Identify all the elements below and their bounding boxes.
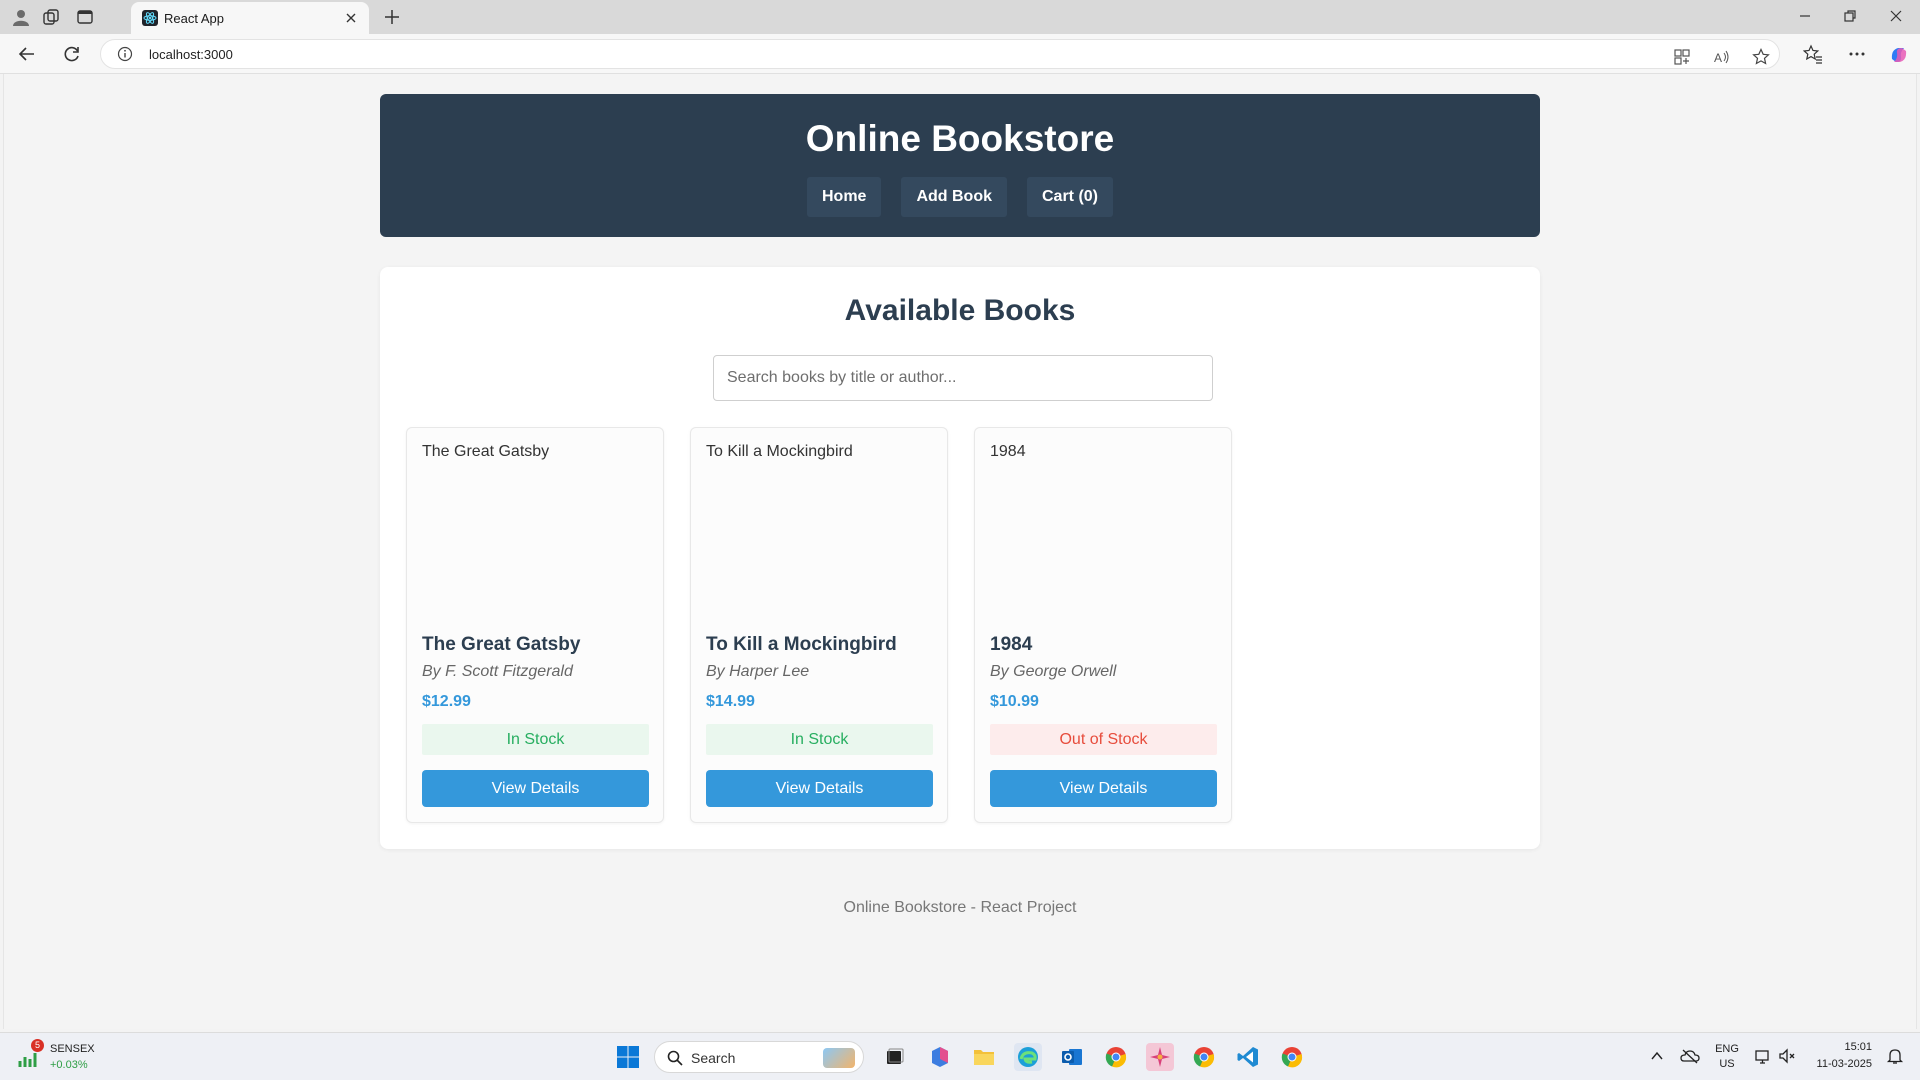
chrome-profile-icon[interactable] — [1190, 1043, 1218, 1071]
file-explorer-icon[interactable] — [970, 1043, 998, 1071]
profile-icon[interactable] — [11, 7, 31, 27]
url-text: localhost:3000 — [149, 47, 233, 62]
taskbar-search-label: Search — [691, 1050, 736, 1066]
info-icon[interactable] — [117, 46, 133, 62]
minimize-icon[interactable] — [1795, 6, 1815, 26]
book-cover-image: To Kill a Mockingbird — [706, 443, 853, 460]
book-title: 1984 — [990, 634, 1033, 655]
book-price: $12.99 — [422, 693, 471, 710]
book-author: By George Orwell — [990, 663, 1117, 680]
browser-tab-active[interactable]: React App — [131, 2, 369, 34]
taskbar-search[interactable]: Search — [654, 1041, 864, 1073]
language-bottom[interactable]: US — [1714, 1058, 1740, 1070]
pinned-app-icon[interactable] — [1146, 1043, 1174, 1071]
books-heading: Available Books — [844, 294, 1076, 327]
tab-title: React App — [164, 11, 224, 26]
edge-browser-icon[interactable] — [1014, 1043, 1042, 1071]
book-author: By Harper Lee — [706, 663, 810, 680]
clock-time[interactable]: 15:01 — [1808, 1041, 1872, 1053]
book-search-input[interactable] — [713, 355, 1213, 401]
copilot-icon[interactable] — [1888, 44, 1908, 64]
nav-add-book-button[interactable]: Add Book — [901, 177, 1007, 217]
book-price: $14.99 — [706, 693, 755, 710]
outlook-icon[interactable] — [1058, 1043, 1086, 1071]
close-window-icon[interactable] — [1886, 6, 1906, 26]
nav-home-button[interactable]: Home — [806, 177, 882, 217]
site-nav: Home Add Book Cart (0) — [380, 177, 1540, 217]
stock-badge: Out of Stock — [990, 724, 1217, 755]
taskbar: 5 SENSEX +0.03% Search ENG US 15:01 11-0… — [0, 1032, 1920, 1080]
book-cover-image: The Great Gatsby — [422, 443, 550, 460]
stock-badge: In Stock — [706, 724, 933, 755]
read-aloud-icon[interactable]: A — [1713, 48, 1731, 66]
chevron-up-icon[interactable] — [1650, 1049, 1664, 1068]
site-header: Online Bookstore Home Add Book Cart (0) — [380, 94, 1540, 237]
book-card: The Great Gatsby The Great Gatsby By F. … — [406, 427, 664, 823]
nav-cart-button[interactable]: Cart (0) — [1026, 177, 1113, 217]
windows-start-icon[interactable] — [614, 1043, 642, 1071]
more-icon[interactable] — [1847, 44, 1867, 64]
book-title: To Kill a Mockingbird — [706, 634, 897, 655]
chrome-secondary-icon[interactable] — [1278, 1043, 1306, 1071]
search-highlight-icon — [823, 1048, 855, 1068]
onedrive-icon[interactable] — [1680, 1047, 1700, 1070]
site-title: Online Bookstore — [805, 118, 1115, 159]
back-icon[interactable] — [17, 44, 37, 64]
browser-tab-bar: React App — [0, 0, 1920, 34]
browser-toolbar: localhost:3000 A — [0, 34, 1920, 74]
close-icon[interactable] — [343, 10, 359, 26]
favorite-star-icon[interactable] — [1752, 48, 1770, 66]
widget-name: SENSEX — [50, 1043, 95, 1055]
book-author: By F. Scott Fitzgerald — [422, 663, 573, 680]
books-panel: Available Books The Great Gatsby The Gre… — [380, 267, 1540, 849]
book-cover-image: 1984 — [990, 443, 1026, 460]
view-details-button[interactable]: View Details — [706, 770, 933, 807]
network-icon[interactable] — [1754, 1047, 1772, 1070]
workspaces-icon[interactable] — [41, 7, 61, 27]
view-details-button[interactable]: View Details — [422, 770, 649, 807]
svg-text:A: A — [1714, 51, 1722, 65]
app-available-icon[interactable] — [1673, 48, 1691, 66]
view-details-button[interactable]: View Details — [990, 770, 1217, 807]
address-bar[interactable]: localhost:3000 A — [100, 39, 1780, 69]
book-card: 1984 1984 By George Orwell $10.99 Out of… — [974, 427, 1232, 823]
vscode-icon[interactable] — [1234, 1043, 1262, 1071]
tab-actions-icon[interactable] — [75, 7, 95, 27]
stock-widget[interactable]: 5 SENSEX +0.03% — [18, 1039, 128, 1075]
restore-icon[interactable] — [1840, 6, 1860, 26]
language-top[interactable]: ENG — [1714, 1043, 1740, 1055]
microsoft-365-icon[interactable] — [926, 1043, 954, 1071]
book-price: $10.99 — [990, 693, 1039, 710]
plus-icon[interactable] — [382, 7, 402, 27]
chrome-icon[interactable] — [1102, 1043, 1130, 1071]
search-icon — [667, 1050, 683, 1071]
book-card: To Kill a Mockingbird To Kill a Mockingb… — [690, 427, 948, 823]
site-footer: Online Bookstore - React Project — [843, 899, 1077, 916]
clock-date[interactable]: 11-03-2025 — [1808, 1058, 1872, 1070]
volume-muted-icon[interactable] — [1778, 1047, 1796, 1070]
widget-badge: 5 — [31, 1039, 44, 1052]
page-viewport: Online Bookstore Home Add Book Cart (0) … — [3, 74, 1917, 1029]
notifications-icon[interactable] — [1886, 1047, 1904, 1070]
book-title: The Great Gatsby — [422, 634, 581, 655]
react-favicon-icon — [142, 10, 158, 26]
stock-badge: In Stock — [422, 724, 649, 755]
widget-change: +0.03% — [50, 1059, 88, 1071]
task-view-icon[interactable] — [880, 1043, 908, 1071]
favorites-icon[interactable] — [1802, 44, 1823, 64]
refresh-icon[interactable] — [62, 44, 82, 64]
